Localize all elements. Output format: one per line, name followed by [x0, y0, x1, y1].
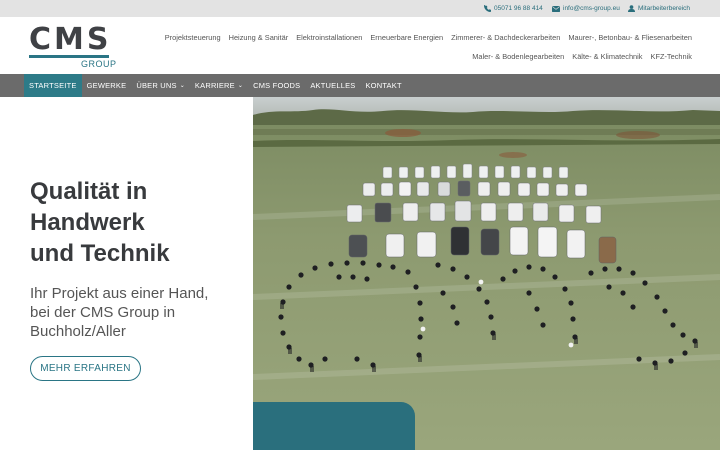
nav-label: STARTSEITE	[29, 81, 77, 90]
hero-subtitle: Ihr Projekt aus einer Hand, bei der CMS …	[30, 284, 245, 341]
nav-label: KONTAKT	[365, 81, 402, 90]
service-link[interactable]: Elektroinstallationen	[296, 33, 362, 42]
logo-mark: CMS	[29, 22, 112, 57]
nav-label: CMS FOODS	[253, 81, 301, 90]
hero-subtitle-line: Ihr Projekt aus einer Hand,	[30, 285, 209, 302]
cms-group-logo[interactable]: CMS GROUP	[29, 22, 119, 69]
email-address: info@cms-group.eu	[563, 5, 620, 12]
nav-label: ÜBER UNS	[136, 81, 177, 90]
logo-underline	[29, 55, 109, 58]
hero-title-line: Handwerk	[30, 209, 145, 236]
logo-subtext: GROUP	[81, 59, 117, 69]
main-navigation: STARTSEITE GEWERKE ÜBER UNS ⌄ KARRIERE ⌄ C…	[0, 74, 720, 97]
service-link[interactable]: Kälte- & Klimatechnik	[572, 52, 642, 61]
staff-area-link[interactable]: Mitarbeiterbereich	[628, 0, 690, 17]
service-link[interactable]: Maurer-, Betonbau- & Fliesenarbeiten	[568, 33, 692, 42]
phone-number: 05071 96 88 414	[494, 5, 543, 12]
nav-item-aktuelles[interactable]: AKTUELLES	[305, 74, 360, 97]
hero-aerial-photo	[253, 97, 720, 450]
nav-item-karriere[interactable]: KARRIERE ⌄	[190, 74, 248, 97]
nav-item-kontakt[interactable]: KONTAKT	[360, 74, 406, 97]
hero-text-panel: Qualität in Handwerk und Technik Ihr Pro…	[0, 97, 253, 450]
envelope-icon	[552, 5, 560, 12]
hero-title-line: und Technik	[30, 240, 170, 267]
teal-accent-panel	[253, 402, 415, 450]
nav-label: KARRIERE	[194, 81, 235, 90]
services-menu-row-2: Maler- & Bodenlegearbeiten Kälte- & Klim…	[464, 50, 692, 62]
user-icon	[628, 5, 635, 12]
top-contact-bar: 05071 96 88 414 info@cms-group.eu Mitarb…	[0, 0, 720, 17]
service-link[interactable]: Erneuerbare Energien	[370, 33, 443, 42]
chevron-down-icon: ⌄	[179, 83, 185, 89]
chevron-down-icon: ⌄	[237, 83, 244, 89]
hero-title: Qualität in Handwerk und Technik	[30, 176, 240, 269]
hero-subtitle-line: bei der CMS Group in	[30, 304, 176, 321]
nav-label: AKTUELLES	[310, 81, 356, 90]
staff-area-label: Mitarbeiterbereich	[638, 5, 691, 12]
service-link[interactable]: Heizung & Sanitär	[229, 33, 289, 42]
email-link[interactable]: info@cms-group.eu	[552, 0, 620, 17]
phone-icon	[484, 5, 491, 12]
hero-title-line: Qualität in	[30, 178, 148, 205]
nav-item-startseite[interactable]: STARTSEITE	[24, 74, 82, 97]
learn-more-button[interactable]: MEHR ERFAHREN	[30, 356, 141, 381]
phone-link[interactable]: 05071 96 88 414	[484, 0, 543, 17]
service-link[interactable]: Projektsteuerung	[165, 33, 221, 42]
nav-label: GEWERKE	[86, 81, 127, 90]
nav-item-cms-foods[interactable]: CMS FOODS	[248, 74, 305, 97]
service-link[interactable]: Zimmerer- & Dachdeckerarbeiten	[451, 33, 560, 42]
service-link[interactable]: KFZ-Technik	[651, 52, 692, 61]
service-link[interactable]: Maler- & Bodenlegearbeiten	[472, 52, 564, 61]
hero-subtitle-line: Buchholz/Aller	[30, 323, 126, 340]
nav-item-gewerke[interactable]: GEWERKE	[82, 74, 132, 97]
site-header: CMS GROUP Projektsteuerung Heizung & San…	[0, 17, 720, 74]
nav-item-ueber-uns[interactable]: ÜBER UNS ⌄	[131, 74, 190, 97]
services-menu-row-1: Projektsteuerung Heizung & Sanitär Elekt…	[157, 31, 692, 43]
